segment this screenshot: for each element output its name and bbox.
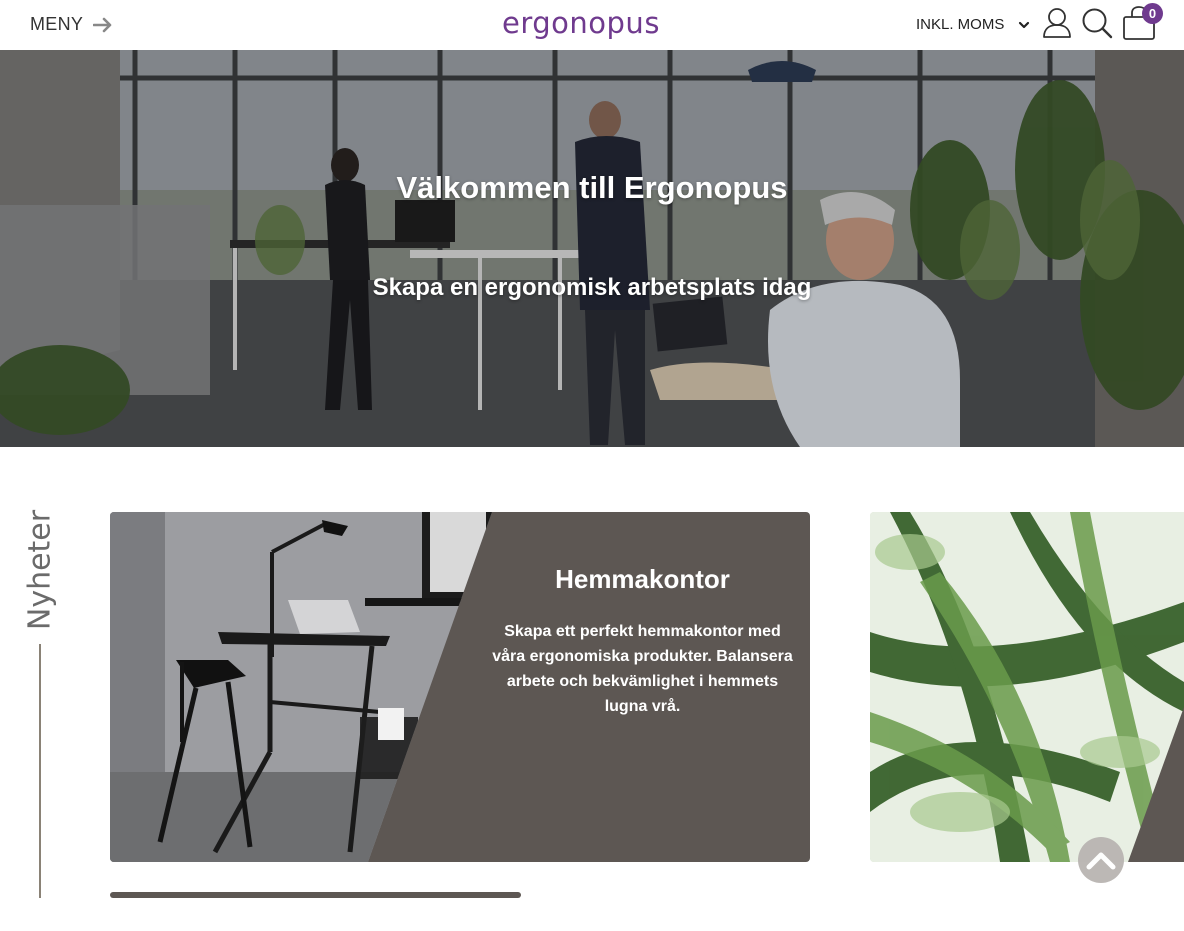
hero-office-image: [0, 50, 1184, 447]
carousel-progress-bar: [110, 892, 521, 898]
news-section-label: Nyheter: [22, 509, 58, 631]
plant-image: [870, 512, 1184, 862]
card-description: Skapa ett perfekt hemmakontor med våra e…: [492, 623, 793, 715]
search-icon[interactable]: [1081, 7, 1113, 39]
logo[interactable]: ergonopus: [502, 6, 660, 40]
hero-title: Välkommen till Ergonopus: [396, 170, 788, 205]
news-divider-line: [39, 644, 41, 898]
vat-label: INKL. MOMS: [916, 16, 1005, 33]
menu-label: MENY: [30, 14, 84, 34]
chevron-up-icon: [1086, 852, 1116, 870]
menu-button[interactable]: MENY: [30, 14, 113, 35]
user-icon[interactable]: [1042, 7, 1072, 39]
arrow-right-icon: [93, 17, 112, 32]
hero-subtitle: Skapa en ergonomisk arbetsplats idag: [372, 274, 812, 301]
card-title: Hemmakontor: [555, 564, 730, 594]
chevron-down-icon: [1019, 21, 1030, 28]
site-header: MENY ergonopus INKL. MOMS 0: [0, 0, 1184, 50]
vat-select[interactable]: INKL. MOMS: [916, 16, 1030, 33]
news-card-hemmakontor[interactable]: Hemmakontor Skapa ett perfekt hemmakonto…: [110, 512, 810, 862]
hero-banner: Välkommen till Ergonopus Skapa en ergono…: [0, 50, 1184, 447]
news-card-plants[interactable]: [870, 512, 1184, 862]
cart-count-badge: 0: [1142, 3, 1163, 24]
scroll-to-top-button[interactable]: [1078, 837, 1124, 883]
